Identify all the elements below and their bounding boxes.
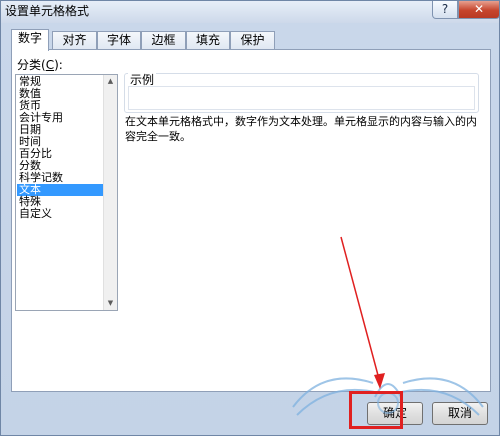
tab-protection[interactable]: 保护 bbox=[230, 31, 275, 50]
number-tab-panel: 分类(C): 常规 数值 货币 会计专用 日期 时间 百分比 分数 科学记数 文… bbox=[11, 49, 491, 392]
help-button[interactable]: ? bbox=[432, 1, 458, 19]
sample-legend: 示例 bbox=[128, 73, 157, 87]
tab-number[interactable]: 数字 bbox=[11, 29, 49, 51]
tab-alignment[interactable]: 对齐 bbox=[52, 31, 97, 50]
title-bar: 设置单元格格式 ? ✕ bbox=[1, 1, 499, 23]
format-description: 在文本单元格格式中，数字作为文本处理。单元格显示的内容与输入的内容完全一致。 bbox=[125, 115, 477, 143]
category-list: 常规 数值 货币 会计专用 日期 时间 百分比 分数 科学记数 文本 特殊 自定… bbox=[17, 76, 103, 220]
category-listbox[interactable]: 常规 数值 货币 会计专用 日期 时间 百分比 分数 科学记数 文本 特殊 自定… bbox=[15, 74, 118, 311]
category-item-custom[interactable]: 自定义 bbox=[17, 208, 103, 220]
sample-group: 示例 bbox=[124, 73, 479, 113]
cancel-button[interactable]: 取消 bbox=[432, 402, 488, 425]
dialog-title: 设置单元格格式 bbox=[5, 4, 90, 18]
category-label: 分类(C): bbox=[17, 58, 63, 72]
scroll-down-arrow-icon[interactable]: ▼ bbox=[104, 297, 117, 310]
close-button[interactable]: ✕ bbox=[458, 1, 499, 19]
tab-border[interactable]: 边框 bbox=[141, 31, 186, 50]
tab-fill[interactable]: 填充 bbox=[186, 31, 230, 50]
format-cells-dialog: 设置单元格格式 ? ✕ 数字 对齐 字体 边框 填充 保护 分类(C): 常规 … bbox=[0, 0, 500, 436]
category-scrollbar[interactable]: ▲ ▼ bbox=[103, 75, 117, 310]
sample-preview bbox=[128, 86, 475, 110]
scroll-up-arrow-icon[interactable]: ▲ bbox=[104, 75, 117, 88]
tab-font[interactable]: 字体 bbox=[97, 31, 141, 50]
ok-button-highlight bbox=[349, 391, 403, 429]
